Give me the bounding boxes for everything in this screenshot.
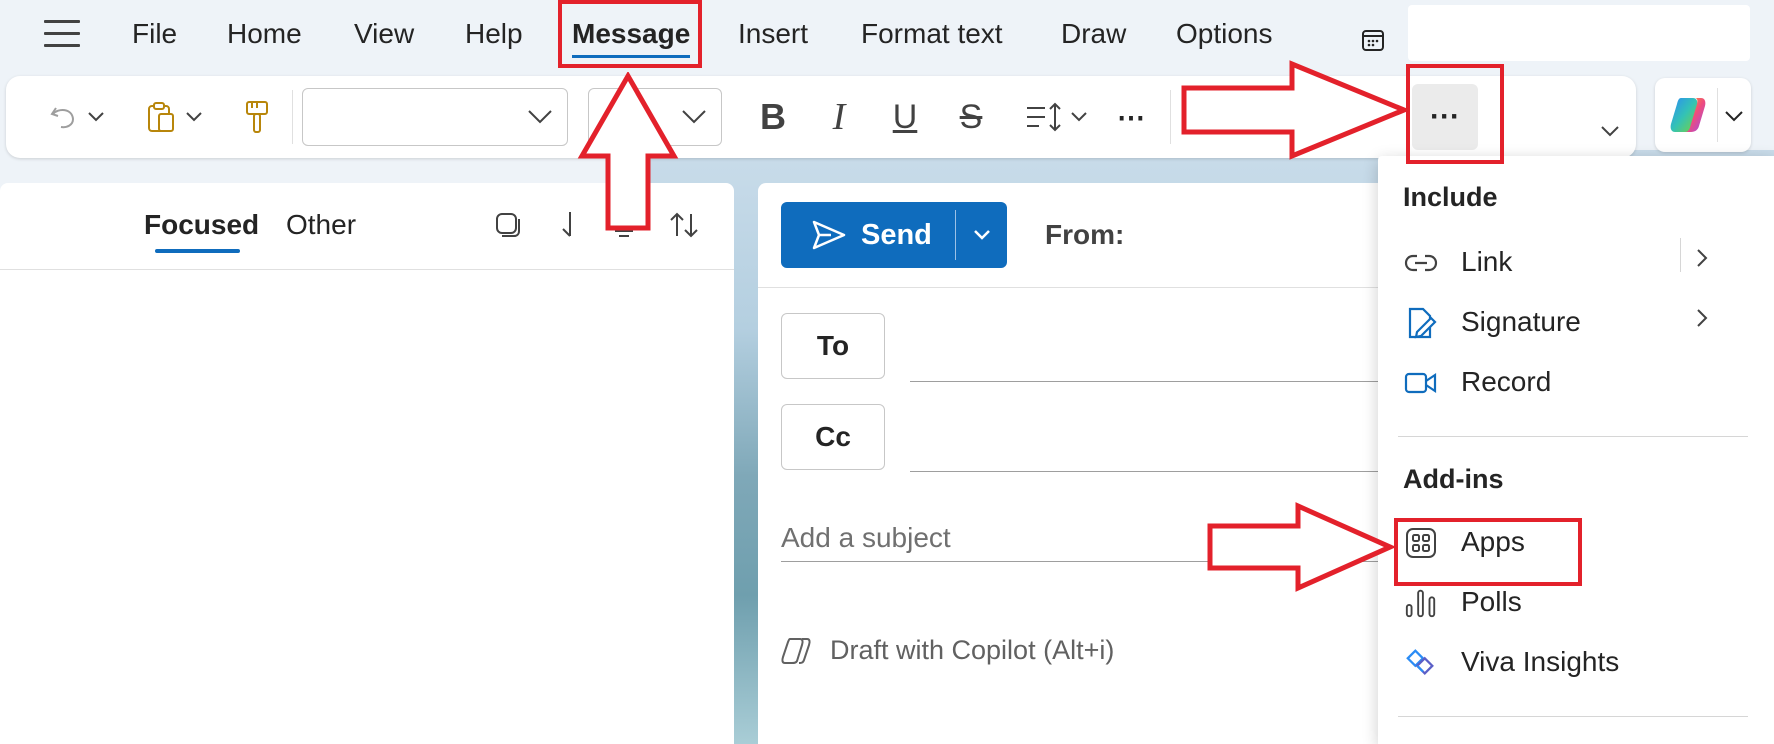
clipboard-icon [148, 102, 174, 132]
strikethrough-button[interactable]: S [946, 76, 996, 158]
tab-options[interactable]: Options [1176, 16, 1273, 52]
cc-button[interactable]: Cc [781, 404, 885, 470]
to-button[interactable]: To [781, 313, 885, 379]
chevron-down-icon [88, 112, 104, 122]
menu-item-link[interactable]: Link [1378, 232, 1774, 292]
send-label: Send [861, 218, 932, 251]
viva-insights-icon [1404, 646, 1438, 680]
send-button-group: Send [781, 202, 1007, 268]
menu-bar: File Home View Help Message Insert Forma… [0, 0, 1774, 72]
add-ins-heading: Add-ins [1403, 464, 1504, 494]
menu-item-viva-insights-label: Viva Insights [1461, 646, 1620, 677]
ellipsis-icon: ··· [1430, 100, 1460, 133]
tab-other[interactable]: Other [286, 209, 356, 241]
bold-button[interactable]: B [748, 76, 798, 158]
signature-icon [1404, 306, 1438, 340]
more-formatting-button[interactable]: ⋯ [1106, 76, 1156, 158]
message-list-header: Focused Other [0, 183, 734, 270]
chevron-down-icon [528, 110, 552, 124]
from-label: From: [1045, 219, 1125, 250]
menu-item-record-label: Record [1461, 366, 1552, 397]
polls-icon [1404, 586, 1438, 620]
tab-home[interactable]: Home [227, 16, 302, 52]
line-spacing-icon [1027, 102, 1061, 132]
message-list-pane: Focused Other [0, 183, 734, 744]
include-heading: Include [1403, 182, 1498, 212]
video-icon [1404, 366, 1438, 400]
tab-help[interactable]: Help [465, 16, 523, 52]
menu-divider [1398, 436, 1748, 437]
paste-button[interactable] [134, 76, 214, 158]
copilot-button[interactable] [1655, 78, 1751, 152]
menu-item-viva-insights[interactable]: Viva Insights [1378, 632, 1774, 692]
menu-item-link-label: Link [1461, 246, 1513, 277]
focused-tab-indicator [155, 249, 240, 253]
chevron-down-icon [186, 112, 202, 122]
calendar-icon[interactable] [1361, 28, 1385, 52]
chevron-down-icon [1071, 112, 1087, 122]
menu-item-polls[interactable]: Polls [1378, 572, 1774, 632]
attach-file-button[interactable] [1296, 76, 1376, 158]
menu-item-apps-label: Apps [1461, 526, 1525, 557]
select-mode-icon[interactable] [492, 209, 524, 241]
italic-button[interactable]: I [814, 76, 864, 158]
paperclip-icon [1312, 104, 1335, 126]
editor-button[interactable] [1182, 76, 1270, 158]
copilot-icon [1670, 98, 1706, 132]
editor-pen-icon [1197, 101, 1235, 134]
tab-message[interactable]: Message [572, 16, 691, 58]
tab-focused[interactable]: Focused [144, 209, 259, 241]
chevron-down-icon [682, 110, 706, 124]
chevron-down-icon [1601, 126, 1619, 137]
filter-icon[interactable] [608, 209, 640, 241]
italic-icon: I [832, 96, 846, 138]
draft-with-copilot-label: Draft with Copilot (Alt+i) [830, 635, 1115, 665]
menu-item-signature[interactable]: Signature [1378, 292, 1774, 352]
sort-icon[interactable] [668, 209, 700, 241]
format-painter-button[interactable] [232, 76, 282, 158]
underline-icon: U [892, 97, 918, 136]
undo-button[interactable] [36, 76, 116, 158]
chevron-down-icon [1241, 112, 1257, 122]
tab-format-text[interactable]: Format text [861, 16, 1003, 52]
apps-grid-icon [1404, 526, 1438, 560]
tab-draw[interactable]: Draw [1061, 16, 1126, 52]
chevron-right-icon [1696, 304, 1708, 335]
search-box[interactable] [1408, 5, 1750, 61]
chevron-down-icon [973, 230, 990, 240]
send-options-button[interactable] [956, 202, 1007, 268]
chevron-down-icon [1725, 111, 1743, 122]
undo-icon [50, 107, 75, 129]
menu-item-signature-label: Signature [1461, 306, 1581, 337]
font-name-dropdown[interactable] [302, 88, 568, 146]
menu-item-polls-label: Polls [1461, 586, 1522, 617]
underline-button[interactable]: U [880, 76, 930, 158]
jump-to-icon[interactable] [552, 209, 584, 241]
ellipsis-icon: ⋯ [1117, 101, 1145, 133]
more-options-menu: Include Link Signature Record Add-ins Ap… [1378, 156, 1774, 744]
menu-item-apps[interactable]: Apps [1378, 512, 1774, 572]
more-options-button[interactable]: ··· [1412, 84, 1478, 150]
tab-file[interactable]: File [132, 16, 177, 52]
strikethrough-icon: S [959, 97, 983, 136]
ribbon-toolbar: B I U S ⋯ [6, 76, 1636, 158]
chevron-down-icon [1349, 112, 1365, 122]
line-spacing-button[interactable] [1016, 76, 1096, 158]
send-icon [812, 220, 846, 250]
draft-with-copilot-button[interactable]: Draft with Copilot (Alt+i) [780, 635, 1114, 666]
tab-view[interactable]: View [354, 16, 414, 52]
chevron-right-icon[interactable] [1696, 244, 1708, 275]
menu-divider [1398, 716, 1748, 717]
bold-icon: B [760, 96, 786, 137]
hamburger-menu-icon[interactable] [44, 20, 80, 48]
send-button[interactable]: Send [781, 202, 955, 268]
font-size-dropdown[interactable] [588, 88, 722, 146]
copilot-outline-icon [781, 637, 811, 664]
tab-insert[interactable]: Insert [738, 16, 808, 52]
format-painter-icon [246, 101, 268, 133]
menu-item-record[interactable]: Record [1378, 352, 1774, 412]
link-icon [1404, 246, 1438, 280]
